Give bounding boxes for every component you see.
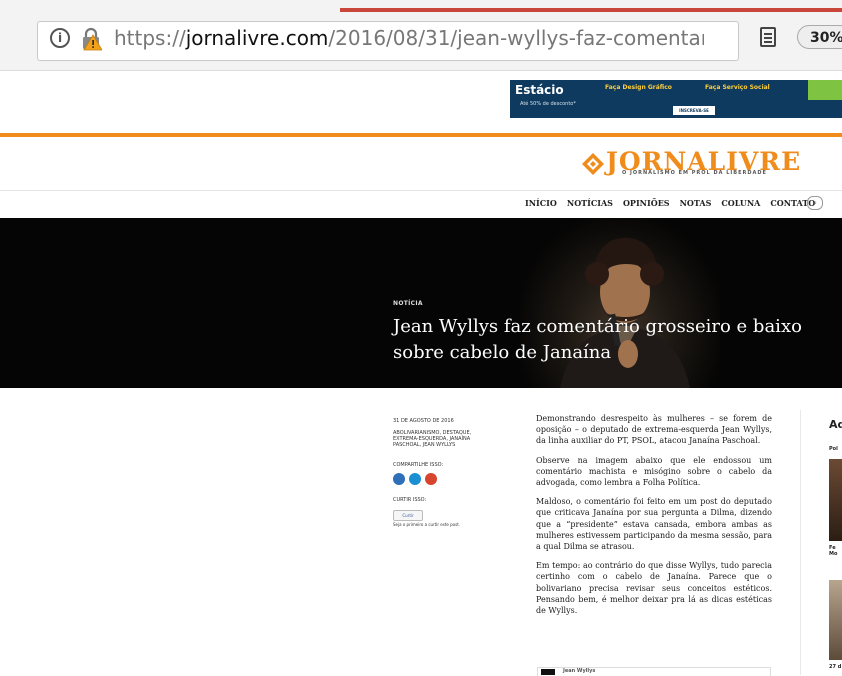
article-paragraph: Observe na imagem abaixo que ele endosso… [536,455,772,488]
sidebar-caption[interactable]: 27 d [829,664,841,670]
sidebar-subtitle: Pol [829,446,838,452]
ad-accent [808,80,842,100]
article-kicker[interactable]: NOTÍCIA [393,300,423,307]
facebook-share-icon[interactable] [393,473,405,485]
header-accent-rule [0,133,842,137]
nav-divider [0,190,842,191]
reader-view-icon[interactable] [760,27,776,47]
zoom-indicator[interactable]: 30% [797,25,842,49]
nav-item-notas[interactable]: NOTAS [680,198,712,208]
url-scheme: https:// [114,26,186,50]
sidebar-caption[interactable]: Fe Mo [829,545,837,557]
ad-subtext: Até 50% de desconto* [520,101,576,107]
ad-course-2[interactable]: Faça Serviço Social [705,84,770,91]
ad-button[interactable]: INSCREVA-SE [673,106,715,115]
sidebar-thumbnail[interactable] [829,580,842,660]
sidebar-thumbnail[interactable] [829,459,842,541]
post-tags[interactable]: ABOLIVARIANISMO, DESTAQUE, EXTREMA-ESQUE… [393,430,493,448]
nav-item-noticias[interactable]: NOTÍCIAS [567,198,613,208]
article-paragraph: Maldoso, o comentário foi feito em um po… [536,497,772,552]
url-path: /2016/08/31/jean-wyllys-faz-comentario-g… [328,26,704,50]
article-headline: Jean Wyllys faz comentário grosseiro e b… [393,316,802,363]
site-tagline: O JORNALISMO EM PROL DA LIBERDADE [622,170,767,176]
main-nav: INÍCIO NOTÍCIAS OPINIÕES NOTAS COLUNA CO… [525,198,815,208]
post-date: 31 DE AGOSTO DE 2016 [393,418,454,424]
like-button[interactable]: Curtir [393,510,423,521]
embed-avatar-icon [541,669,555,675]
nav-item-inicio[interactable]: INÍCIO [525,198,557,208]
nav-item-opinioes[interactable]: OPINIÕES [623,198,670,208]
ad-course-1[interactable]: Faça Design Gráfico [605,84,672,91]
like-label: CURTIR ISSO: [393,497,427,503]
like-note: Seja o primeiro a curtir este post. [393,522,461,527]
nav-item-coluna[interactable]: COLUNA [721,198,760,208]
sidebar-title: Ad [829,418,842,431]
article-paragraph: Demonstrando desrespeito às mulheres – s… [536,414,772,446]
active-tab-indicator [340,8,842,12]
share-label: COMPARTILHE ISSO: [393,462,444,468]
google-plus-share-icon[interactable] [425,473,437,485]
url-text[interactable]: https://jornalivre.com/2016/08/31/jean-w… [114,26,704,50]
sidebar-divider [800,410,801,675]
article-body: Demonstrando desrespeito às mulheres – s… [536,413,772,624]
ad-logo: Estácio [515,83,564,97]
logo-diamond-icon[interactable] [582,153,604,175]
article-paragraph: Em tempo: ao contrário do que disse Wyll… [536,561,772,616]
embed-author[interactable]: Jean Wyllys [563,668,595,674]
url-domain: jornalivre.com [185,26,329,50]
info-icon[interactable]: i [50,28,70,48]
lock-warning-icon[interactable] [80,27,102,51]
search-icon[interactable]: ⌕ [807,196,823,210]
twitter-share-icon[interactable] [409,473,421,485]
